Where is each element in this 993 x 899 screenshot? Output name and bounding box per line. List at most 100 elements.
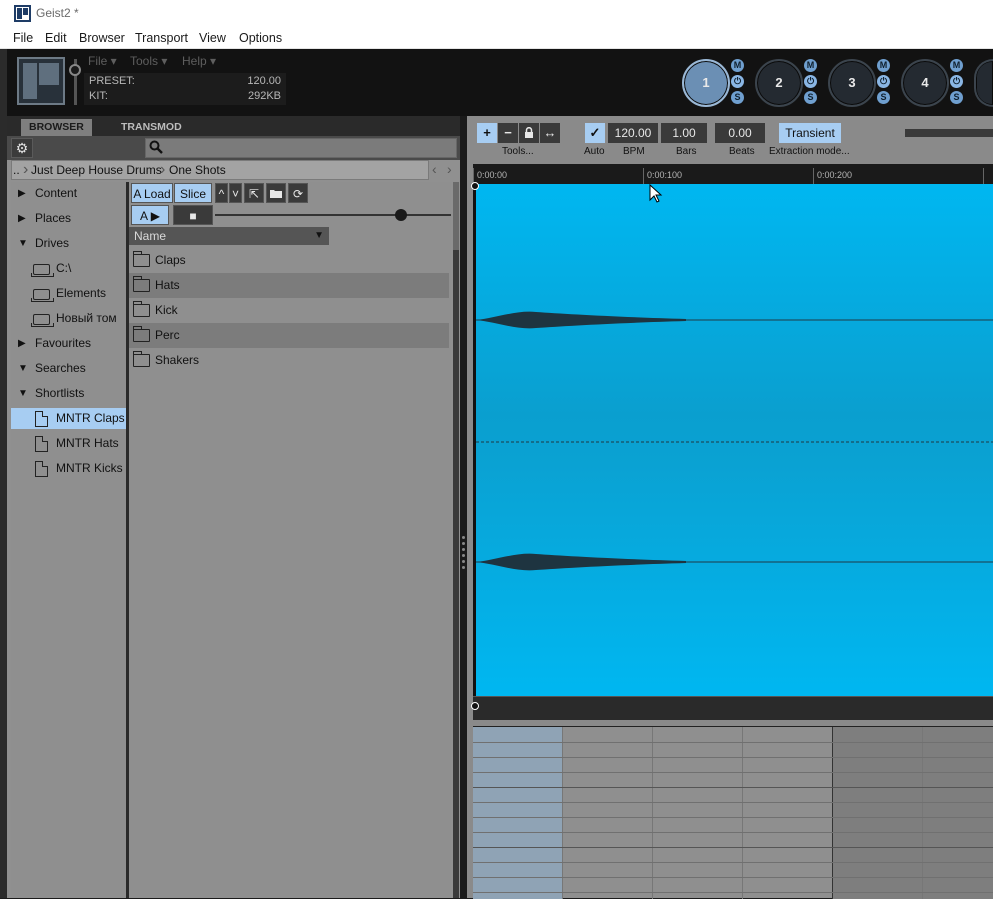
move-down-icon[interactable]: ˅ [229, 183, 242, 203]
tree-item-content[interactable]: ▶ Content [11, 183, 126, 204]
open-folder-icon[interactable] [266, 183, 286, 203]
engine-pad-5-partial[interactable] [974, 59, 993, 107]
tree-item-mntr-claps[interactable]: MNTR Claps [11, 408, 126, 429]
header-menu-file[interactable]: File ▾ [88, 54, 117, 68]
tree-item-drive-elements[interactable]: Elements [11, 283, 126, 304]
zoom-out-icon[interactable]: − [498, 123, 518, 143]
menu-edit[interactable]: Edit [45, 31, 67, 45]
auto-checkbox[interactable]: ✓ [585, 123, 605, 143]
stop-button[interactable]: ■ [173, 205, 213, 225]
engine-pad-3[interactable]: 3 [828, 59, 876, 107]
tree-item-favourites[interactable]: ▶ Favourites [11, 333, 126, 354]
preset-label: PRESET: [89, 75, 135, 87]
header-menu-tools[interactable]: Tools ▾ [130, 54, 167, 68]
engine-2-power-icon[interactable]: ⏻ [804, 75, 817, 88]
tree-item-mntr-hats[interactable]: MNTR Hats [11, 433, 126, 454]
name-column-header[interactable]: Name ▼ [129, 227, 329, 245]
time-ruler[interactable]: 0:00:00 0:00:100 0:00:200 [473, 164, 993, 184]
tree-item-label: Elements [56, 286, 107, 300]
breadcrumb-folder[interactable]: One Shots [169, 163, 226, 177]
breadcrumb-pack[interactable]: Just Deep House Drums [31, 163, 162, 177]
sequencer-column[interactable] [743, 727, 833, 899]
engine-3-solo-button[interactable]: S [877, 91, 890, 104]
sort-dropdown-icon[interactable]: ▼ [314, 227, 324, 245]
extraction-mode-label[interactable]: Extraction mode... [769, 146, 850, 157]
sequencer-column[interactable] [833, 727, 923, 899]
menu-transport[interactable]: Transport [135, 31, 188, 45]
engine-pad-2[interactable]: 2 [755, 59, 803, 107]
bpm-field[interactable]: 120.00 [608, 123, 658, 143]
browser-search-input[interactable] [145, 138, 457, 158]
engine-3-mute-button[interactable]: M [877, 59, 890, 72]
tab-browser[interactable]: BROWSER [21, 119, 92, 136]
lock-icon[interactable] [519, 123, 539, 143]
sequencer-column[interactable] [923, 727, 993, 899]
menu-options[interactable]: Options [239, 31, 282, 45]
file-row-shakers[interactable]: Shakers [129, 348, 449, 373]
refresh-icon[interactable]: ⟳ [288, 183, 308, 203]
tree-item-drives[interactable]: ▼ Drives [11, 233, 126, 254]
browser-settings-gear-icon[interactable]: ⚙ [11, 138, 33, 158]
file-list-scrollbar[interactable] [453, 182, 459, 898]
tab-transmod[interactable]: TRANSMOD [113, 119, 190, 136]
header-menu-help[interactable]: Help ▾ [182, 54, 216, 68]
file-row-hats[interactable]: Hats [129, 273, 449, 298]
menu-view[interactable]: View [199, 31, 226, 45]
master-slider-knob[interactable] [69, 64, 81, 76]
move-up-icon[interactable]: ^ [215, 183, 228, 203]
bars-label: Bars [676, 146, 697, 157]
engine-2-solo-button[interactable]: S [804, 91, 817, 104]
tree-item-mntr-kicks[interactable]: MNTR Kicks [11, 458, 126, 479]
engine-pad-1[interactable]: 1 [682, 59, 730, 107]
engine-1-solo-button[interactable]: S [731, 91, 744, 104]
step-sequencer-grid[interactable] [473, 726, 993, 899]
load-button[interactable]: A Load [131, 183, 173, 203]
file-row-perc[interactable]: Perc [129, 323, 449, 348]
editor-overview-scrollbar[interactable] [905, 129, 993, 137]
engine-3-power-icon[interactable]: ⏻ [877, 75, 890, 88]
engine-4-solo-button[interactable]: S [950, 91, 963, 104]
audition-volume-knob[interactable] [395, 209, 408, 221]
sequencer-column[interactable] [563, 727, 653, 899]
waveform-overview-bar[interactable] [473, 696, 993, 720]
parent-folder-arrow-icon[interactable]: ⇱ [244, 183, 264, 203]
tree-item-shortlists[interactable]: ▼ Shortlists [11, 383, 126, 404]
nav-back-arrow-icon[interactable]: ‹ [432, 161, 437, 177]
extraction-mode-button[interactable]: Transient [779, 123, 841, 143]
sequencer-column[interactable] [653, 727, 743, 899]
sample-editor: + − ↔ Tools... ✓ Auto 120.00 BPM 1.00 Ba… [467, 116, 993, 899]
nav-forward-arrow-icon[interactable]: › [447, 161, 452, 177]
panel-splitter[interactable] [460, 116, 467, 898]
file-row-claps[interactable]: Claps [129, 248, 449, 273]
bars-field[interactable]: 1.00 [661, 123, 707, 143]
sample-start-marker[interactable] [471, 182, 479, 190]
menubar: File Edit Browser Transport View Options [0, 28, 993, 49]
engine-1-mute-button[interactable]: M [731, 59, 744, 72]
menu-file[interactable]: File [13, 31, 33, 45]
slice-button[interactable]: Slice [174, 183, 212, 203]
engine-4-mute-button[interactable]: M [950, 59, 963, 72]
file-list-scrollbar-thumb[interactable] [453, 250, 459, 898]
zoom-in-icon[interactable]: + [477, 123, 497, 143]
menu-browser[interactable]: Browser [79, 31, 125, 45]
preset-value: 120.00 [247, 75, 281, 87]
file-row-kick[interactable]: Kick [129, 298, 449, 323]
window-title: Geist2 * [36, 6, 79, 20]
beats-field[interactable]: 0.00 [715, 123, 765, 143]
engine-2-mute-button[interactable]: M [804, 59, 817, 72]
engine-1-power-icon[interactable]: ⏻ [731, 75, 744, 88]
sequencer-column[interactable] [473, 727, 563, 899]
audition-play-button[interactable]: A ▶ [131, 205, 169, 225]
tree-item-drive-c[interactable]: C:\ [11, 258, 126, 279]
engine-4-power-icon[interactable]: ⏻ [950, 75, 963, 88]
tools-label[interactable]: Tools... [502, 146, 534, 157]
sample-end-marker[interactable] [471, 702, 479, 710]
breadcrumb-root[interactable]: .. [13, 163, 20, 177]
audition-volume-slider[interactable] [215, 214, 451, 216]
fit-width-icon[interactable]: ↔ [540, 123, 560, 143]
tree-item-places[interactable]: ▶ Places [11, 208, 126, 229]
waveform-display[interactable] [473, 184, 993, 696]
tree-item-searches[interactable]: ▼ Searches [11, 358, 126, 379]
tree-item-drive-new-volume[interactable]: Новый том [11, 308, 126, 329]
engine-pad-4[interactable]: 4 [901, 59, 949, 107]
